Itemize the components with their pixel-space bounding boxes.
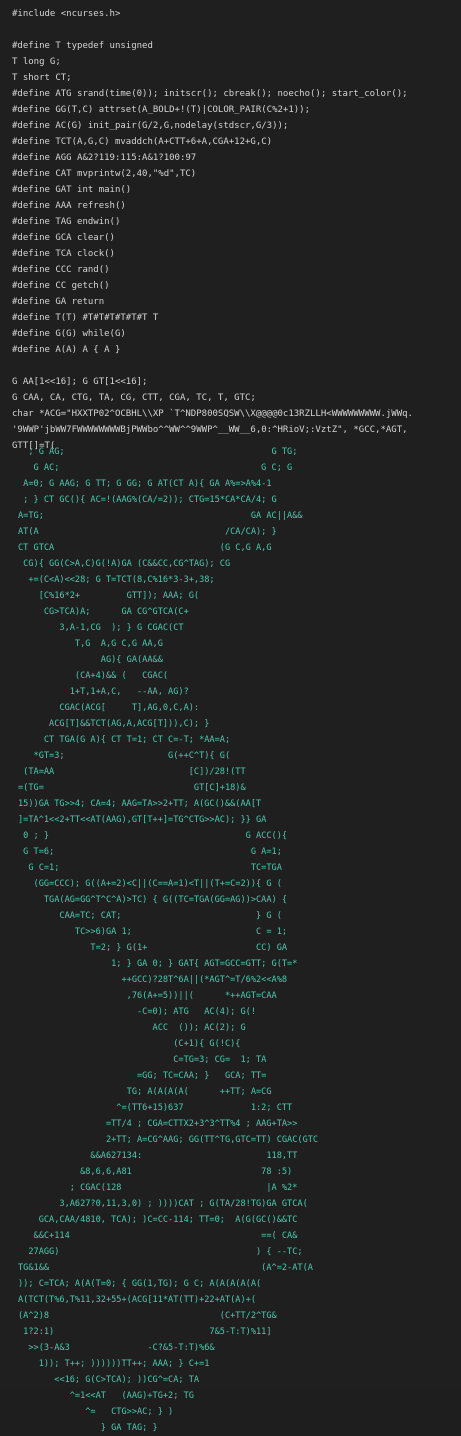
art-line: (A^2)8 (C+TT/2^TG&: [18, 1311, 277, 1321]
art-line: AT(A /CA/CA); }: [18, 527, 277, 537]
art-line: 3,A627?0,11,3,0) ; ))))CAT ; G(TA/28!TG)…: [18, 1199, 308, 1209]
art-line: ]=TA^1<<2+TT<<AT(AAG),GT[T++]=TG^CTG>>AC…: [18, 815, 267, 825]
code-line: #define CC getch(): [12, 281, 110, 291]
art-line: ACG[T]&&TCT(AG,A,ACG[T])),C); }: [18, 719, 210, 729]
code-line: #define GAT int main(): [12, 185, 132, 195]
code-line: #define T(T) #T#T#T#T#T#T T: [12, 313, 159, 323]
art-line: 1+T,1+A,C, --AA, AG)?: [18, 687, 189, 697]
code-line: G CAA, CA, CTG, TA, CG, CTT, CGA, TC, T,…: [12, 393, 256, 403]
code-line: #define GA return: [12, 297, 105, 307]
code-line: T long G;: [12, 57, 61, 67]
art-line: A=0; G AAG; G TT; G GG; G AT(CT A){ GA A…: [18, 479, 272, 489]
art-line: CGAC(ACG[ T],AG,0,C,A):: [18, 703, 200, 713]
art-line: TC>>6)GA 1; C = 1;: [18, 927, 288, 937]
art-line: (CA+4)&& ( CGAC(: [18, 671, 169, 681]
art-line: (TA=AA [C])/28!(TT: [18, 767, 246, 777]
art-line: T=2; } G(1+ CC) GA: [18, 943, 288, 953]
art-line: CAA=TC; CAT; } G (: [18, 911, 282, 921]
code-line: #define CCC rand(): [12, 265, 110, 275]
code-line: #define GG(T,C) attrset(A_BOLD+!(T)|COLO…: [12, 105, 311, 115]
code-line: '9WWP'jbWW7FWWWWWWWWBjPWWbo^^WW^^9WWP^__…: [12, 425, 408, 435]
art-line: )); C=TCA; A(A(T=0; { GG(1,TG); G C; A(A…: [18, 1279, 262, 1289]
art-line: *GT=3; G(++C^T){ G(: [18, 751, 231, 761]
art-line: 3,A-1,CG ); } G CGAC(CT: [18, 623, 184, 633]
art-line: <<16; G(C>TCA); ))CG^=CA; TA: [18, 1375, 200, 1385]
art-line: } GA TAG; }: [18, 1423, 158, 1433]
art-line: ^=(TT6+15)637 1:2; CTT: [18, 1103, 293, 1113]
code-line: #include <ncurses.h>: [12, 9, 121, 19]
art-line: ACC ()); AC(2); G: [18, 1023, 246, 1033]
code-line: G AA[1<<16]; G GT[1<<16];: [12, 377, 148, 387]
art-line: TG; A(A(A(A( ++TT; A=CG: [18, 1087, 272, 1097]
art-line: C=TG=3; CG= 1; TA: [18, 1055, 267, 1065]
code-line: #define GCA clear(): [12, 233, 115, 243]
art-line: 1; } GA 0; } GAT{ AGT=GCC=GTT; G(T=*: [18, 959, 298, 969]
art-line: GCA,CAA/4810, TCA); )C=CC-114; TT=0; A(G…: [18, 1215, 298, 1225]
art-line: 0 ; } G ACC(){: [18, 831, 288, 841]
art-line: (C+1){ G(!C){: [18, 1039, 241, 1049]
code-line: char *ACG="HXXTP02^OCBHL\\XP `T^NDP800SQ…: [12, 409, 413, 419]
art-line: >>(3-A&3 -C?&5-T:T)%6&: [18, 1343, 215, 1353]
art-line: 15))GA TG>>4; CA=4; AAG=TA>>2+TT; A(GC()…: [18, 799, 262, 809]
art-line: CG){ GG(C>A,C)G(!A)GA (C&&CC,CG^TAG); CG: [18, 559, 231, 569]
code-line: #define TCA clock(): [12, 249, 115, 259]
code-line: #define CAT mvprintw(2,40,"%d",TC): [12, 169, 197, 179]
art-line: =TT/4 ; CGA=CTTX2+3^3^TT%4 ; AAG+TA>>: [18, 1119, 298, 1129]
art-line: &&A627134: 118,TT: [18, 1151, 298, 1161]
art-line: TGA(AG=GG^T^C^A)>TC) { G((TC=TGA(GG=AG))…: [18, 895, 288, 905]
art-line: G C=1; TC=TGA: [18, 863, 282, 873]
code-line: #define A(A) A { A }: [12, 345, 121, 355]
code-line: #define TCT(A,G,C) mvaddch(A+CTT+6+A,CGA…: [12, 137, 273, 147]
art-line: 1?2:1) 7&5-T:T)%11]: [18, 1327, 272, 1337]
code-line: T short CT;: [12, 73, 72, 83]
code-line: #define AAA refresh(): [12, 201, 126, 211]
art-line: ^=1<<AT (AAG)+TG+2; TG: [18, 1391, 194, 1401]
code-editor[interactable]: #include <ncurses.h> #define T typedef un…: [0, 0, 461, 1433]
art-line: &&C+114 ==( CA&: [18, 1231, 298, 1241]
art-line: ; G AG; G TG;: [18, 447, 298, 457]
code-line: #define G(G) while(G): [12, 329, 126, 339]
art-line: CG>TCA)A; GA CG^GTCA(C+: [18, 607, 189, 617]
art-line: TG&1&& (A^=2-AT(A: [18, 1263, 313, 1273]
art-line: 2+TT; A=CG^AAG; GG(TT^TG,GTC=TT) CGAC(GT…: [18, 1135, 319, 1145]
art-line: 27AGG) ) { --TC;: [18, 1247, 303, 1257]
art-line: [C%16*2+ GTT]); AAA; G(: [18, 591, 200, 601]
art-line: 1)); T++; ))))))TT++; AAA; } C+=1: [18, 1359, 210, 1369]
art-line: A=TG; GA AC||A&&: [18, 511, 303, 521]
art-line: CT GTCA (G C,G A,G: [18, 543, 272, 553]
code-line: #define TAG endwin(): [12, 217, 121, 227]
code-line: #define AGG A&2?119:115:A&1?100:97: [12, 153, 197, 163]
art-line: +=(C<A)<<28; G T=TCT(8,C%16*3-3+,38;: [18, 575, 215, 585]
art-line: ^= CTG>>AC; } ): [18, 1407, 174, 1417]
art-line: (GG=CCC); G((A+=2)<C||(C==A=1)<T||(T+=C=…: [18, 879, 282, 889]
art-line: ; CGAC(128 |A %2*: [18, 1183, 298, 1193]
art-line: G AC; G C; G: [18, 463, 293, 473]
art-line: T,G A,G C,G AA,G: [18, 639, 163, 649]
art-line: &8,6,6,A81 78 :5): [18, 1167, 293, 1177]
art-line: -C=0); ATG AC(4); G(!: [18, 1007, 256, 1017]
art-line: =(TG= GT[C]+18)&: [18, 783, 246, 793]
art-line: ,76(A+=5))||( *++AGT=CAA: [18, 991, 277, 1001]
art-line: ; } CT GC(){ AC=!(AAG%(CA/=2)); CTG=15*C…: [18, 495, 277, 505]
art-line: CT TGA(G A){ CT T=1; CT C=-T; *AA=A;: [18, 735, 231, 745]
art-line: =GG; TC=CAA; } GCA; TT=: [18, 1071, 267, 1081]
code-line: #define ATG srand(time(0)); initscr(); c…: [12, 89, 408, 99]
code-line: #define T typedef unsigned: [12, 41, 153, 51]
art-line: ++GCC)?28T^6A||(*AGT^=T/6%2<<A%8: [18, 975, 288, 985]
art-line: A(TCT(T%6,T%11,32+55+(ACG[11*AT(TT)+22+A…: [18, 1295, 256, 1305]
art-line: G T=6; G A=1;: [18, 847, 282, 857]
art-line: AG){ GA(AA&&: [18, 655, 163, 665]
code-line: #define AC(G) init_pair(G/2,G,nodelay(st…: [12, 121, 289, 131]
